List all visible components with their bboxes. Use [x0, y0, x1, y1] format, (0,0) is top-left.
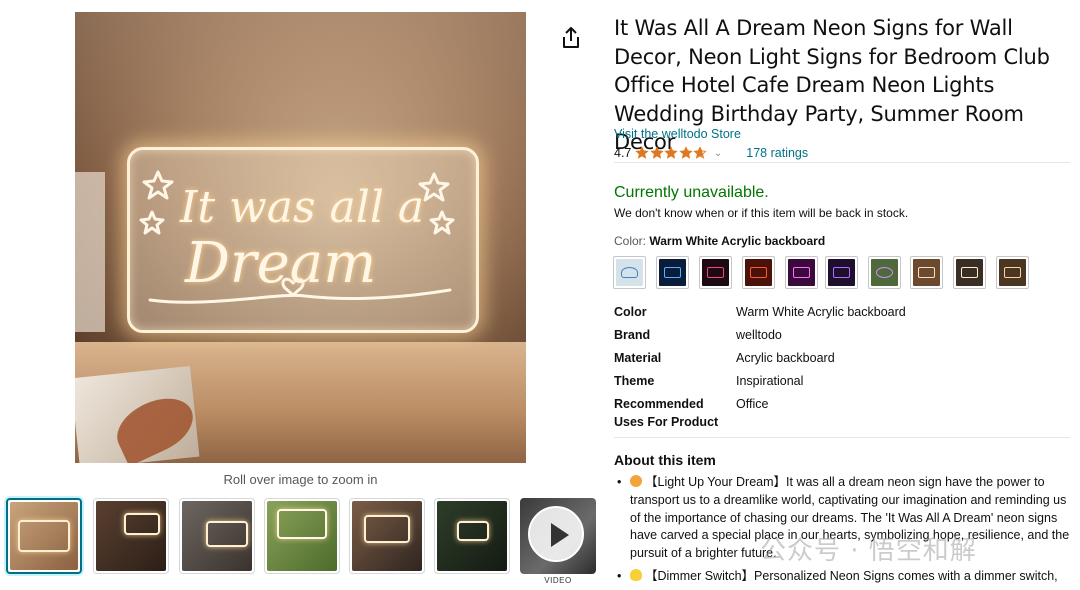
divider: [614, 162, 1070, 163]
bullet-text: 【Dimmer Switch】Personalized Neon Signs c…: [645, 568, 1058, 583]
swatch-7[interactable]: [868, 256, 901, 289]
spec-value: Acrylic backboard: [736, 351, 835, 365]
availability-note: We don't know when or if this item will …: [614, 206, 909, 220]
spec-key: Theme: [614, 374, 655, 388]
store-link[interactable]: Visit the welltodo Store: [614, 127, 741, 141]
video-label: VIDEO: [544, 576, 572, 585]
swatch-5[interactable]: [785, 256, 818, 289]
spec-key: Recommended Uses For Product: [614, 397, 719, 429]
about-title: About this item: [614, 452, 716, 468]
swatch-10[interactable]: [996, 256, 1029, 289]
spec-key: Color: [614, 305, 647, 319]
swatch-3[interactable]: [699, 256, 732, 289]
divider: [614, 437, 1070, 438]
spec-value: welltodo: [736, 328, 782, 342]
spec-value: Warm White Acrylic backboard: [736, 305, 906, 319]
neon-sign: It was all a Dream: [127, 147, 479, 333]
star-rating[interactable]: [635, 146, 708, 160]
svg-text:Dream: Dream: [184, 231, 376, 296]
thumbnail-4[interactable]: [264, 498, 340, 574]
ratings-count-link[interactable]: 178 ratings: [746, 146, 808, 160]
background-frame: [75, 172, 105, 332]
watermark: 公众号 · 悟空和解: [760, 536, 977, 566]
play-icon[interactable]: [528, 506, 584, 562]
share-icon[interactable]: [560, 26, 582, 50]
selected-color: Warm White Acrylic backboard: [649, 234, 826, 248]
rating-row: 4.7 ⌄ 178 ratings: [614, 145, 808, 161]
spec-key: Material: [614, 351, 662, 365]
star-icon: [635, 146, 650, 159]
chevron-down-icon[interactable]: ⌄: [714, 148, 722, 159]
availability-status: Currently unavailable.: [614, 184, 769, 201]
star-icon: [693, 146, 708, 159]
spec-key: Brand: [614, 328, 651, 342]
face-emoji-icon: [630, 475, 642, 487]
swatch-9[interactable]: [953, 256, 986, 289]
swatch-1[interactable]: [613, 256, 646, 289]
main-product-image[interactable]: It was all a Dream: [75, 12, 526, 463]
spec-value: Office: [736, 397, 769, 411]
video-thumbnail[interactable]: [520, 498, 596, 574]
list-item: 【Dimmer Switch】Personalized Neon Signs c…: [614, 568, 1070, 586]
star-icon: [650, 146, 664, 159]
zoom-hint: Roll over image to zoom in: [223, 472, 378, 487]
star-icon: [664, 146, 679, 159]
thumbnail-6[interactable]: [434, 498, 510, 574]
thumbnail-1[interactable]: [6, 498, 82, 574]
lightbulb-icon: [630, 568, 642, 581]
thumbnail-3[interactable]: [179, 498, 255, 574]
color-selection-label: Color: Warm White Acrylic backboard: [614, 234, 825, 248]
thumbnail-5[interactable]: [349, 498, 425, 574]
rating-value: 4.7: [614, 146, 632, 160]
neon-sign-art: It was all a Dream: [139, 170, 455, 304]
swatch-8[interactable]: [910, 256, 943, 289]
star-icon: [679, 146, 693, 159]
color-label: Color:: [614, 234, 650, 248]
swatch-6[interactable]: [825, 256, 858, 289]
swatch-4[interactable]: [742, 256, 775, 289]
spec-value: Inspirational: [736, 374, 804, 388]
swatch-2[interactable]: [656, 256, 689, 289]
svg-text:It was all a: It was all a: [179, 182, 424, 233]
thumbnail-2[interactable]: [93, 498, 169, 574]
